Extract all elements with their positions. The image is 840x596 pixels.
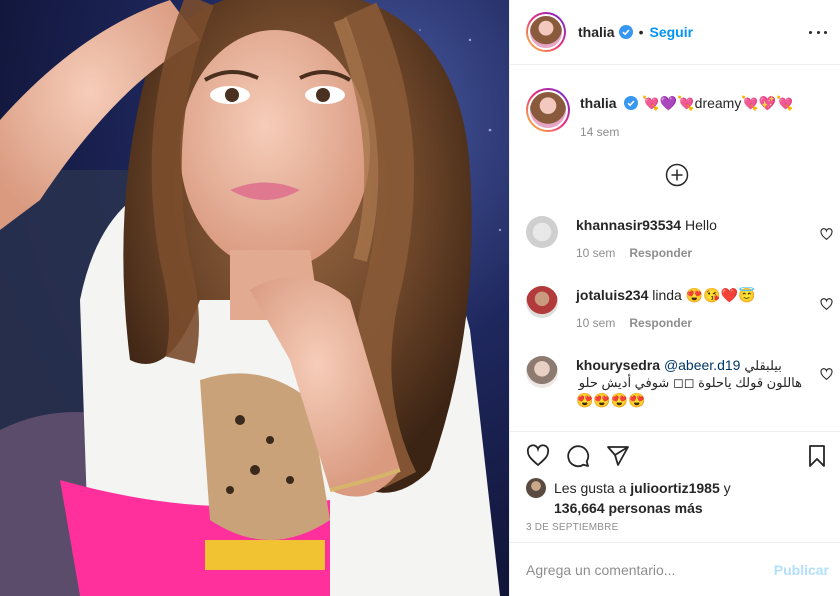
save-bookmark-icon[interactable]: [805, 444, 829, 468]
comment-bubble-icon[interactable]: [566, 444, 590, 468]
verified-badge-icon: [618, 25, 633, 39]
comments-section[interactable]: thalia 💘💜💘dreamy💘💖💘 14 sem khannasir9353…: [510, 66, 840, 431]
publish-button[interactable]: Publicar: [774, 562, 829, 578]
comment-item: jotaluis234 linda 😍😘❤️😇 10 sem Responder: [526, 286, 826, 330]
comment-item: khourysedra @abeer.d19 بيلبقلي هاللون قو…: [526, 356, 826, 409]
comment-mention[interactable]: @abeer.d19: [664, 357, 741, 373]
liker-avatar[interactable]: [526, 478, 546, 498]
share-paper-plane-icon[interactable]: [606, 444, 630, 468]
comment-emojis: 😍😘❤️😇: [685, 287, 756, 303]
likes-joiner: y: [723, 480, 731, 496]
author-username[interactable]: thalia: [578, 24, 615, 40]
commenter-avatar[interactable]: [526, 216, 558, 248]
post-header: thalia • Seguir: [510, 0, 840, 65]
action-icons-row: [510, 432, 840, 480]
commenter-username[interactable]: khourysedra: [576, 357, 660, 373]
caption-avatar[interactable]: [526, 88, 570, 132]
verified-badge-icon: [624, 96, 639, 110]
liker-username[interactable]: julioortiz1985: [630, 480, 719, 496]
caption-time[interactable]: 14 sem: [580, 125, 794, 139]
more-options-icon[interactable]: [806, 22, 830, 42]
post-date[interactable]: 3 DE SEPTIEMBRE: [526, 522, 618, 533]
commenter-avatar[interactable]: [526, 356, 558, 388]
add-comment-bar: Publicar: [510, 542, 840, 596]
comment-emojis: 😍😍😍😍: [576, 392, 646, 408]
load-more-comments-icon[interactable]: [665, 163, 689, 187]
commenter-avatar[interactable]: [526, 286, 558, 318]
comment-item: khannasir93534 Hello 10 sem Responder: [526, 216, 826, 260]
comment-text-line: هاللون قولك ياحلوة ◻◻ شوفي أديش حلو: [578, 375, 802, 390]
comment-time[interactable]: 10 sem: [576, 316, 615, 330]
like-comment-heart-icon[interactable]: [820, 298, 833, 311]
likes-count[interactable]: 136,664 personas más: [554, 500, 703, 516]
reply-button[interactable]: Responder: [629, 316, 692, 330]
author-avatar[interactable]: [526, 12, 566, 52]
comment-text: Hello: [684, 217, 717, 233]
comment-input[interactable]: [526, 561, 774, 578]
comment-time[interactable]: 10 sem: [576, 246, 615, 260]
caption-text: 💘💜💘dreamy💘💖💘: [642, 95, 794, 111]
likes-prefix: Les gusta a: [554, 480, 627, 496]
commenter-username[interactable]: jotaluis234: [576, 287, 648, 303]
commenter-username[interactable]: khannasir93534: [576, 217, 681, 233]
post-image: [0, 0, 509, 596]
caption-username[interactable]: thalia: [580, 95, 617, 111]
like-heart-icon[interactable]: [526, 444, 550, 468]
header-separator: •: [638, 24, 644, 40]
reply-button[interactable]: Responder: [629, 246, 692, 260]
comment-text: بيلبقلي: [744, 358, 782, 373]
follow-button[interactable]: Seguir: [649, 24, 693, 40]
post-sidebar: thalia • Seguir thalia 💘💜💘dreamy💘💖💘 14 s…: [509, 0, 840, 596]
like-comment-heart-icon[interactable]: [820, 228, 833, 241]
likes-summary: Les gusta a julioortiz1985 y 136,664 per…: [526, 478, 826, 518]
comment-text: linda: [652, 287, 682, 303]
post-caption: thalia 💘💜💘dreamy💘💖💘 14 sem: [510, 66, 840, 176]
post-photo[interactable]: [0, 0, 509, 596]
like-comment-heart-icon[interactable]: [820, 368, 833, 381]
